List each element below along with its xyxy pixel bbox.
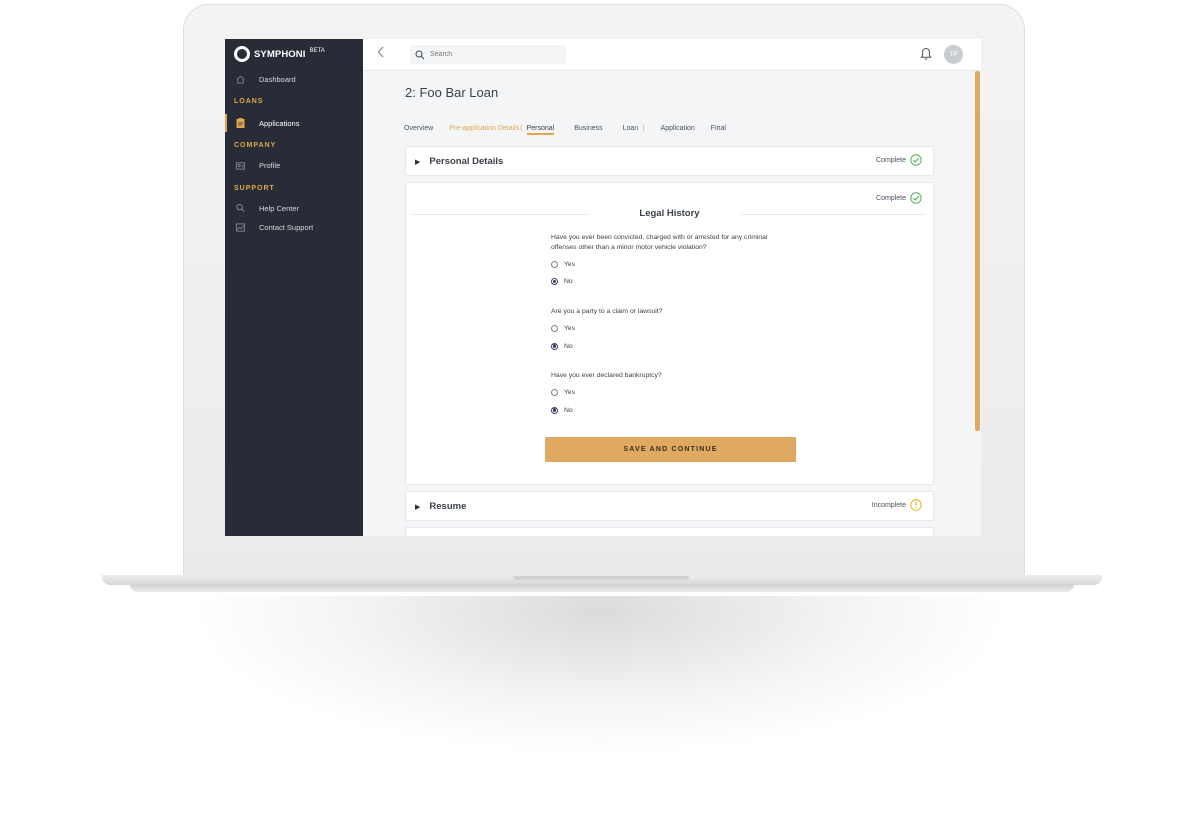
page-title: 2: Foo Bar Loan: [405, 85, 499, 100]
status-text: Incomplete: [871, 501, 906, 509]
collapsed-card[interactable]: [405, 527, 934, 536]
tab-final[interactable]: Final: [711, 125, 726, 132]
search-box[interactable]: [410, 45, 566, 64]
home-icon: [236, 75, 245, 84]
tab-personal[interactable]: Personal: [526, 125, 554, 135]
resume-card[interactable]: ▶ Resume Incomplete: [405, 491, 934, 521]
tab-group-close: ): [642, 124, 645, 132]
radio-option-no[interactable]: No: [551, 338, 791, 355]
tab-loan[interactable]: Loan: [623, 125, 639, 132]
check-circle-icon: [910, 192, 922, 204]
tab-group-open: (: [520, 124, 523, 132]
radio-option-no[interactable]: No: [551, 402, 791, 419]
card-header[interactable]: ▶ Resume: [406, 492, 933, 521]
radio-option-no[interactable]: No: [551, 273, 791, 290]
status-text: Complete: [876, 194, 906, 202]
nav-section-company: COMPANY: [234, 142, 277, 149]
beta-badge: BETA: [309, 48, 325, 54]
search-icon: [415, 49, 425, 59]
sidebar-item-help-center[interactable]: Help Center: [225, 201, 363, 215]
chart-icon: [236, 222, 245, 232]
card-title: Resume: [429, 501, 467, 512]
nav-section-loans: LOANS: [234, 98, 264, 105]
sidebar-item-contact-support[interactable]: Contact Support: [225, 220, 363, 234]
radio-button[interactable]: [551, 342, 558, 350]
brand-name: SYMPHONI: [254, 48, 306, 60]
search-icon: [236, 203, 245, 213]
question-lawsuit: Are you a party to a claim or lawsuit? Y…: [551, 307, 791, 355]
tab-pre-application-details[interactable]: Pre-application Details: [449, 125, 519, 132]
check-circle-icon: [910, 154, 922, 166]
radio-label: No: [564, 278, 573, 285]
radio-label: No: [564, 406, 573, 414]
sidebar-item-label: Profile: [259, 160, 281, 170]
search-input[interactable]: [428, 50, 558, 59]
question-text: Have you ever declared bankruptcy?: [551, 372, 662, 379]
sidebar-item-dashboard[interactable]: Dashboard: [225, 72, 363, 86]
tab-overview[interactable]: Overview: [404, 125, 433, 132]
section-heading: Legal History: [639, 208, 700, 219]
laptop-shadow: [190, 596, 1010, 756]
card-title: Personal Details: [429, 156, 504, 167]
nav-section-support: SUPPORT: [234, 185, 275, 192]
sidebar-item-applications[interactable]: Applications: [225, 114, 363, 132]
bell-icon[interactable]: [920, 47, 932, 61]
question-text: Have you ever been convicted, charged wi…: [551, 234, 768, 251]
sidebar-item-label: Contact Support: [259, 222, 314, 232]
chevron-left-icon[interactable]: [377, 46, 385, 61]
radio-label: Yes: [564, 261, 576, 268]
radio-label: Yes: [564, 324, 576, 332]
laptop-notch: [513, 576, 689, 580]
legal-history-card: Complete Legal History Have you ever bee…: [405, 182, 934, 485]
caret-right-icon: ▶: [415, 158, 421, 166]
caret-right-icon: ▶: [415, 503, 421, 511]
tab-application[interactable]: Application: [661, 125, 695, 132]
status-badge: Complete: [876, 192, 922, 204]
question-text: Are you a party to a claim or lawsuit?: [551, 308, 663, 315]
avatar[interactable]: TP: [944, 45, 963, 64]
radio-button[interactable]: [551, 261, 558, 268]
sidebar-item-label: Applications: [259, 118, 300, 128]
scrollbar-thumb[interactable]: [975, 71, 980, 431]
status-text: Complete: [876, 156, 906, 164]
symphoni-logo-icon: [234, 46, 250, 62]
app-screen: SYMPHONI BETA Dashboard LOANS Applicatio…: [225, 39, 981, 536]
radio-button[interactable]: [551, 324, 558, 332]
status-badge: Incomplete: [872, 499, 922, 511]
warning-circle-icon: [910, 499, 922, 511]
save-and-continue-button[interactable]: SAVE AND CONTINUE: [545, 437, 796, 462]
personal-details-card[interactable]: ▶ Personal Details Complete: [405, 146, 934, 176]
status-badge: Complete: [876, 154, 922, 166]
profile-icon: [236, 161, 245, 170]
radio-button[interactable]: [551, 278, 558, 285]
brand[interactable]: SYMPHONI BETA: [234, 46, 325, 62]
question-criminal: Have you ever been convicted, charged wi…: [551, 233, 791, 290]
radio-button[interactable]: [551, 406, 558, 414]
topbar: TP: [363, 39, 981, 71]
radio-option-yes[interactable]: Yes: [551, 384, 791, 401]
clipboard-icon: [236, 118, 245, 128]
sidebar-item-profile[interactable]: Profile: [225, 158, 363, 172]
question-bankruptcy: Have you ever declared bankruptcy? Yes N…: [551, 371, 791, 419]
card-header[interactable]: ▶ Personal Details: [406, 147, 933, 176]
radio-label: Yes: [564, 388, 576, 396]
radio-button[interactable]: [551, 388, 558, 396]
sidebar-item-label: Dashboard: [259, 74, 296, 84]
tab-business[interactable]: Business: [574, 125, 602, 132]
sidebar: SYMPHONI BETA Dashboard LOANS Applicatio…: [225, 39, 363, 536]
radio-option-yes[interactable]: Yes: [551, 320, 791, 337]
radio-label: No: [564, 342, 573, 350]
radio-option-yes[interactable]: Yes: [551, 256, 791, 273]
laptop-base-bottom: [130, 584, 1074, 592]
tab-bar: Overview Pre-application Details ( Perso…: [404, 121, 742, 135]
sidebar-item-label: Help Center: [259, 203, 300, 213]
